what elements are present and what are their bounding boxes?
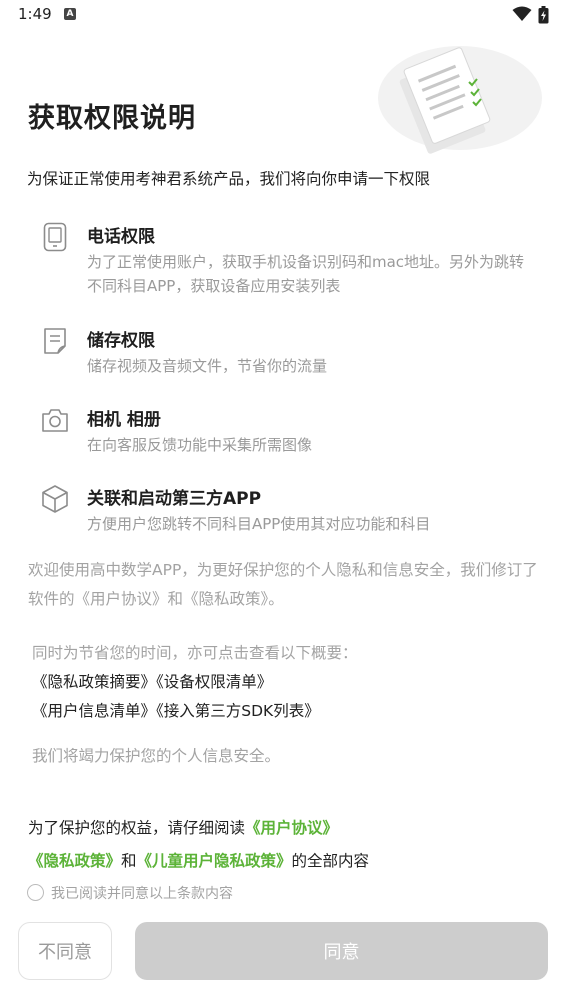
care-text: 我们将竭力保护您的个人信息安全。 [32,747,281,765]
status-bar: 1:49 A [0,0,566,30]
page-title: 获取权限说明 [28,103,196,134]
permission-desc: 为了正常使用账户，获取手机设备识别码和mac地址。另外为跳转不同科目APP，获取… [87,253,525,295]
status-time: 1:49 [18,5,52,23]
permission-title: 电话权限 [87,227,155,247]
agreement-line-1: 为了保护您的权益，请仔细阅读《用户协议》 [28,816,548,838]
privacy-policy-link[interactable]: 《隐私政策》 [28,852,121,870]
summary-links-row: 《用户信息清单》《接入第三方SDK列表》 [32,697,532,726]
agree-button[interactable]: 同意 [135,922,548,980]
disagree-button[interactable]: 不同意 [18,922,112,980]
privacy-notice: 欢迎使用高中数学APP，为更好保护您的个人隐私和信息安全，我们修订了软件的《用户… [28,561,538,608]
document-illustration [378,46,542,154]
notification-icon: A [64,8,76,20]
camera-icon [42,409,68,432]
permission-title: 相机 相册 [87,410,161,430]
summary-links-row: 《隐私政策摘要》《设备权限清单》 [32,668,532,697]
consent-label: 我已阅读并同意以上条款内容 [51,886,233,902]
device-permissions-link[interactable]: 《设备权限清单》 [156,673,272,691]
sdk-list-link[interactable]: 《接入第三方SDK列表》 [156,702,320,720]
wifi-icon [512,6,532,21]
summary-hint: 同时为节省您的时间，亦可点击查看以下概要： [32,644,358,662]
permission-desc: 储存视频及音频文件，节省你的流量 [87,357,328,375]
permission-desc: 在向客服反馈功能中采集所需图像 [87,436,313,454]
intro-text: 为保证正常使用考神君系统产品，我们将向你申请一下权限 [27,170,431,188]
summary-block: 同时为节省您的时间，亦可点击查看以下概要： 《隐私政策摘要》《设备权限清单》 《… [32,638,532,726]
permission-title: 关联和启动第三方APP [87,489,262,509]
child-privacy-link[interactable]: 《儿童用户隐私政策》 [137,852,292,870]
user-agreement-link[interactable]: 《用户协议》 [245,819,338,837]
permission-title: 储存权限 [87,331,155,351]
storage-icon [44,328,66,354]
agreement-line-2: 《隐私政策》和《儿童用户隐私政策》的全部内容 [28,849,548,871]
agreement-prefix: 为了保护您的权益，请仔细阅读 [28,819,246,837]
cube-icon [42,485,68,513]
privacy-summary-link[interactable]: 《隐私政策摘要》 [32,673,156,691]
consent-radio[interactable] [27,884,44,901]
user-info-link[interactable]: 《用户信息清单》 [32,702,156,720]
phone-icon [43,222,67,252]
battery-icon [538,6,549,24]
agreement-and: 和 [121,852,137,870]
permission-desc: 方便用户您跳转不同科目APP使用其对应功能和科目 [87,515,431,533]
agreement-suffix: 的全部内容 [291,852,370,870]
